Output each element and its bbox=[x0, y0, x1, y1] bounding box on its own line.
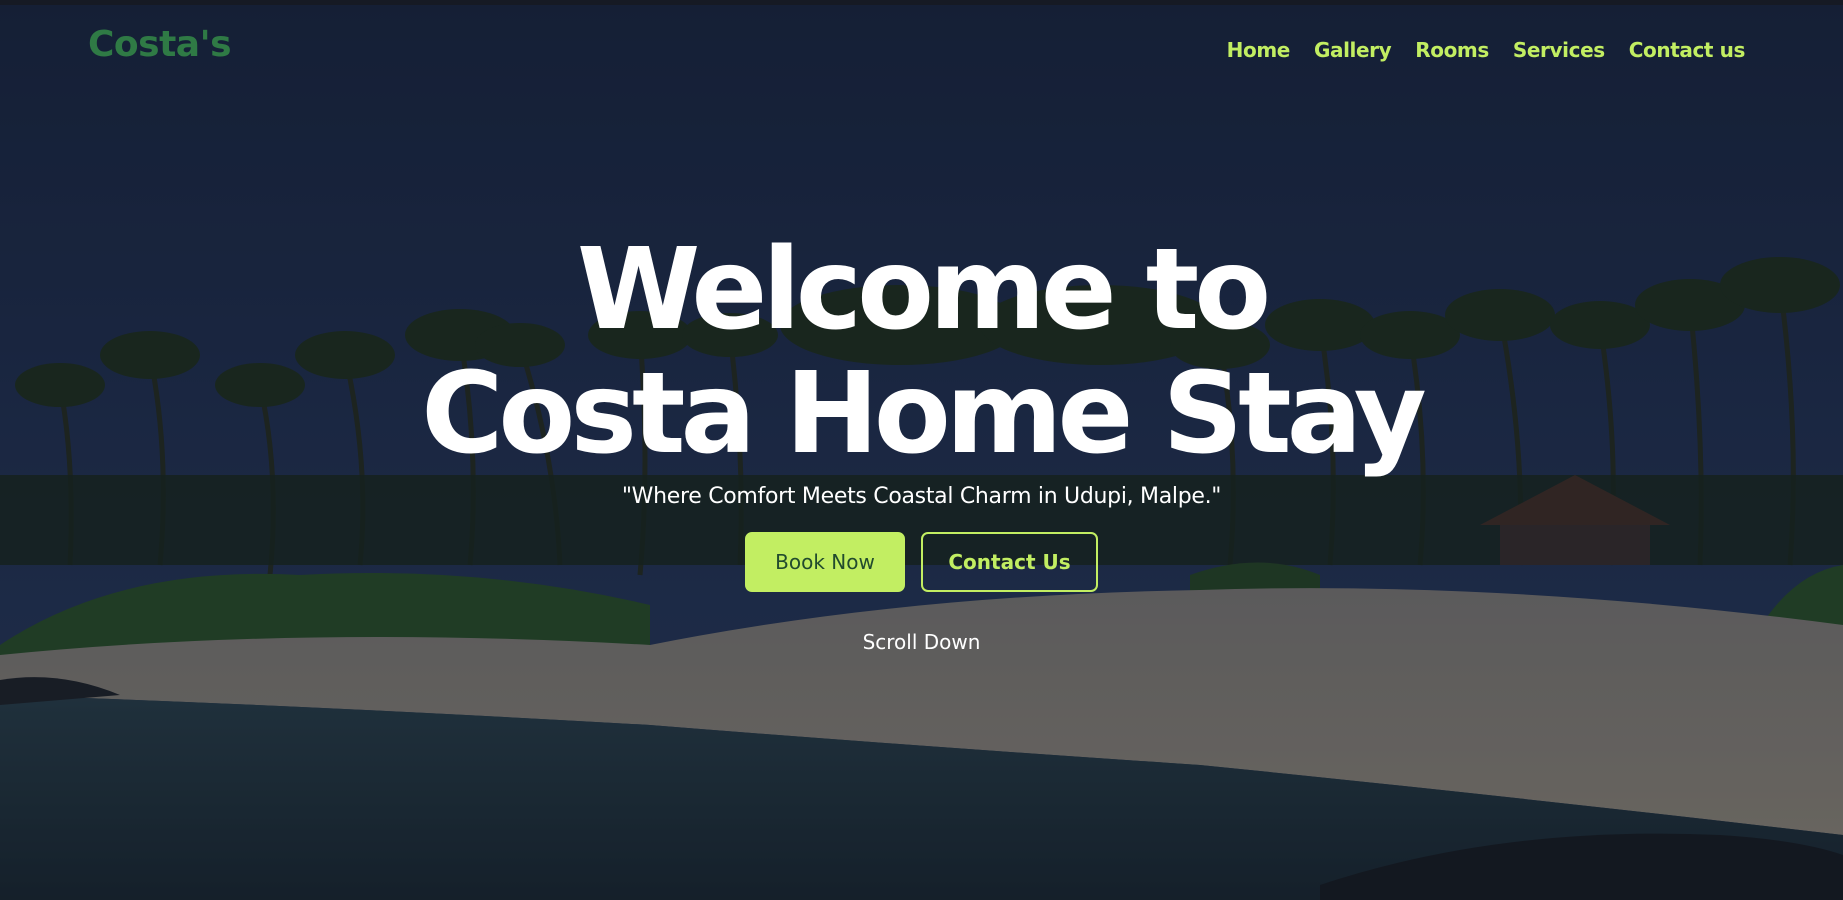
hero-headline-line2: Costa Home Stay bbox=[421, 349, 1427, 479]
nav-link-home[interactable]: Home bbox=[1227, 38, 1291, 62]
nav-link-services[interactable]: Services bbox=[1513, 38, 1605, 62]
main-navigation: Home Gallery Rooms Services Contact us bbox=[1227, 38, 1746, 62]
book-now-button[interactable]: Book Now bbox=[745, 532, 905, 592]
nav-link-rooms[interactable]: Rooms bbox=[1415, 38, 1489, 62]
nav-link-gallery[interactable]: Gallery bbox=[1314, 38, 1392, 62]
brand-logo[interactable]: Costa's bbox=[88, 24, 232, 65]
hero-button-group: Book Now Contact Us bbox=[0, 532, 1843, 592]
nav-link-contact[interactable]: Contact us bbox=[1629, 38, 1746, 62]
hero-headline: Welcome to Costa Home Stay bbox=[0, 228, 1843, 476]
contact-us-button[interactable]: Contact Us bbox=[921, 532, 1098, 592]
scroll-down-link[interactable]: Scroll Down bbox=[0, 630, 1843, 654]
hero-headline-line1: Welcome to bbox=[576, 225, 1271, 355]
hero-tagline: "Where Comfort Meets Coastal Charm in Ud… bbox=[621, 484, 1222, 509]
